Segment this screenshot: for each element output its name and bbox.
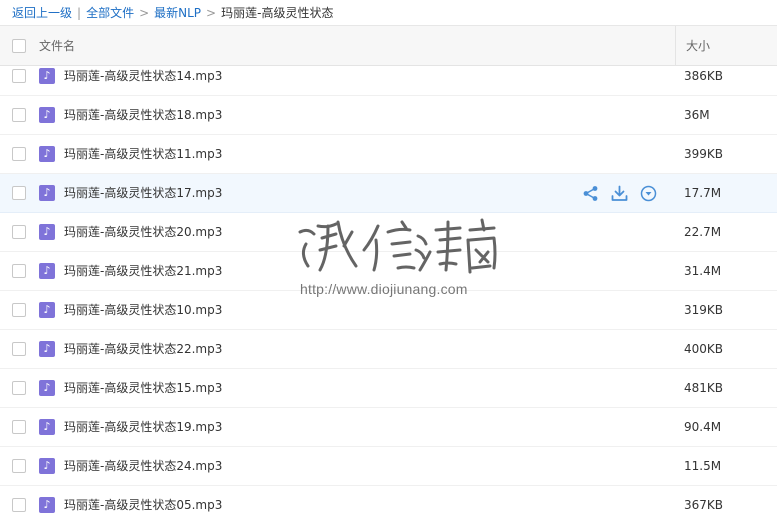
file-size: 386KB bbox=[684, 69, 724, 83]
file-size: 399KB bbox=[684, 147, 724, 161]
file-name-link[interactable]: 玛丽莲-高级灵性状态18.mp3 bbox=[64, 96, 222, 134]
file-row-checkbox[interactable] bbox=[12, 225, 26, 239]
music-note-icon: ♪ bbox=[39, 497, 55, 513]
file-row[interactable]: ♪ 玛丽莲-高级灵性状态24.mp3 11.5M bbox=[0, 447, 777, 486]
music-note-icon: ♪ bbox=[39, 224, 55, 240]
file-row[interactable]: ♪ 玛丽莲-高级灵性状态21.mp3 31.4M bbox=[0, 252, 777, 291]
music-note-icon: ♪ bbox=[39, 263, 55, 279]
column-header-size-cell[interactable]: 大小 bbox=[675, 26, 777, 66]
file-size: 481KB bbox=[684, 381, 724, 395]
file-size: 90.4M bbox=[684, 420, 722, 434]
file-row[interactable]: ♪ 玛丽莲-高级灵性状态20.mp3 22.7M bbox=[0, 213, 777, 252]
file-name-link[interactable]: 玛丽莲-高级灵性状态15.mp3 bbox=[64, 369, 222, 407]
file-size: 22.7M bbox=[684, 225, 722, 239]
file-row-checkbox[interactable] bbox=[12, 264, 26, 278]
music-note-icon: ♪ bbox=[39, 341, 55, 357]
file-row[interactable]: ♪ 玛丽莲-高级灵性状态22.mp3 400KB bbox=[0, 330, 777, 369]
share-icon[interactable] bbox=[582, 185, 599, 202]
breadcrumb-arrow: > bbox=[139, 5, 150, 20]
file-row[interactable]: ♪ 玛丽莲-高级灵性状态10.mp3 319KB bbox=[0, 291, 777, 330]
file-row[interactable]: ♪ 玛丽莲-高级灵性状态17.mp3 17.7M bbox=[0, 174, 777, 213]
file-table-header: 文件名 大小 bbox=[0, 25, 777, 66]
select-all-checkbox[interactable] bbox=[12, 39, 26, 53]
music-note-icon: ♪ bbox=[39, 146, 55, 162]
file-row[interactable]: ♪ 玛丽莲-高级灵性状态11.mp3 399KB bbox=[0, 135, 777, 174]
file-row[interactable]: ♪ 玛丽莲-高级灵性状态15.mp3 481KB bbox=[0, 369, 777, 408]
file-row-checkbox[interactable] bbox=[12, 420, 26, 434]
file-row-checkbox[interactable] bbox=[12, 303, 26, 317]
file-size: 17.7M bbox=[684, 186, 722, 200]
file-size: 36M bbox=[684, 108, 710, 122]
file-size: 11.5M bbox=[684, 459, 722, 473]
chevron-down-circle-icon[interactable] bbox=[640, 185, 657, 202]
file-list: ♪ 玛丽莲-高级灵性状态14.mp3 386KB ♪ 玛丽莲-高级灵性状态18.mp3 3… bbox=[0, 66, 777, 521]
music-note-icon: ♪ bbox=[39, 458, 55, 474]
column-header-size: 大小 bbox=[686, 39, 711, 53]
file-row-checkbox[interactable] bbox=[12, 186, 26, 200]
file-row[interactable]: ♪ 玛丽莲-高级灵性状态14.mp3 386KB bbox=[0, 66, 777, 96]
music-note-icon: ♪ bbox=[39, 419, 55, 435]
breadcrumb-parent-link[interactable]: 最新NLP bbox=[154, 4, 201, 21]
row-actions bbox=[582, 185, 657, 202]
breadcrumb-back-link[interactable]: 返回上一级 bbox=[12, 4, 72, 21]
file-name-link[interactable]: 玛丽莲-高级灵性状态17.mp3 bbox=[64, 174, 222, 212]
file-row[interactable]: ♪ 玛丽莲-高级灵性状态19.mp3 90.4M bbox=[0, 408, 777, 447]
file-size: 367KB bbox=[684, 498, 724, 512]
music-note-icon: ♪ bbox=[39, 380, 55, 396]
file-size: 31.4M bbox=[684, 264, 722, 278]
file-row-checkbox[interactable] bbox=[12, 459, 26, 473]
column-header-name[interactable]: 文件名 bbox=[39, 26, 75, 66]
breadcrumb-all-files-link[interactable]: 全部文件 bbox=[86, 4, 134, 21]
file-row-checkbox[interactable] bbox=[12, 147, 26, 161]
breadcrumb-arrow: > bbox=[206, 5, 217, 20]
file-name-link[interactable]: 玛丽莲-高级灵性状态10.mp3 bbox=[64, 291, 222, 329]
download-icon[interactable] bbox=[611, 185, 628, 202]
file-row-checkbox[interactable] bbox=[12, 381, 26, 395]
file-name-link[interactable]: 玛丽莲-高级灵性状态21.mp3 bbox=[64, 252, 222, 290]
breadcrumb-divider: | bbox=[77, 5, 82, 20]
file-name-link[interactable]: 玛丽莲-高级灵性状态24.mp3 bbox=[64, 447, 222, 485]
file-name-link[interactable]: 玛丽莲-高级灵性状态22.mp3 bbox=[64, 330, 222, 368]
breadcrumb: 返回上一级 | 全部文件 > 最新NLP > 玛丽莲-高级灵性状态 bbox=[0, 0, 777, 25]
file-row-checkbox[interactable] bbox=[12, 108, 26, 122]
file-row-checkbox[interactable] bbox=[12, 69, 26, 83]
file-name-link[interactable]: 玛丽莲-高级灵性状态20.mp3 bbox=[64, 213, 222, 251]
file-name-link[interactable]: 玛丽莲-高级灵性状态05.mp3 bbox=[64, 486, 222, 521]
file-row[interactable]: ♪ 玛丽莲-高级灵性状态18.mp3 36M bbox=[0, 96, 777, 135]
breadcrumb-current-folder: 玛丽莲-高级灵性状态 bbox=[221, 6, 334, 20]
file-size: 319KB bbox=[684, 303, 724, 317]
file-row-checkbox[interactable] bbox=[12, 342, 26, 356]
music-note-icon: ♪ bbox=[39, 107, 55, 123]
music-note-icon: ♪ bbox=[39, 302, 55, 318]
file-name-link[interactable]: 玛丽莲-高级灵性状态14.mp3 bbox=[64, 66, 222, 95]
file-row-checkbox[interactable] bbox=[12, 498, 26, 512]
music-note-icon: ♪ bbox=[39, 68, 55, 84]
file-name-link[interactable]: 玛丽莲-高级灵性状态11.mp3 bbox=[64, 135, 222, 173]
file-row[interactable]: ♪ 玛丽莲-高级灵性状态05.mp3 367KB bbox=[0, 486, 777, 521]
music-note-icon: ♪ bbox=[39, 185, 55, 201]
file-size: 400KB bbox=[684, 342, 724, 356]
file-name-link[interactable]: 玛丽莲-高级灵性状态19.mp3 bbox=[64, 408, 222, 446]
